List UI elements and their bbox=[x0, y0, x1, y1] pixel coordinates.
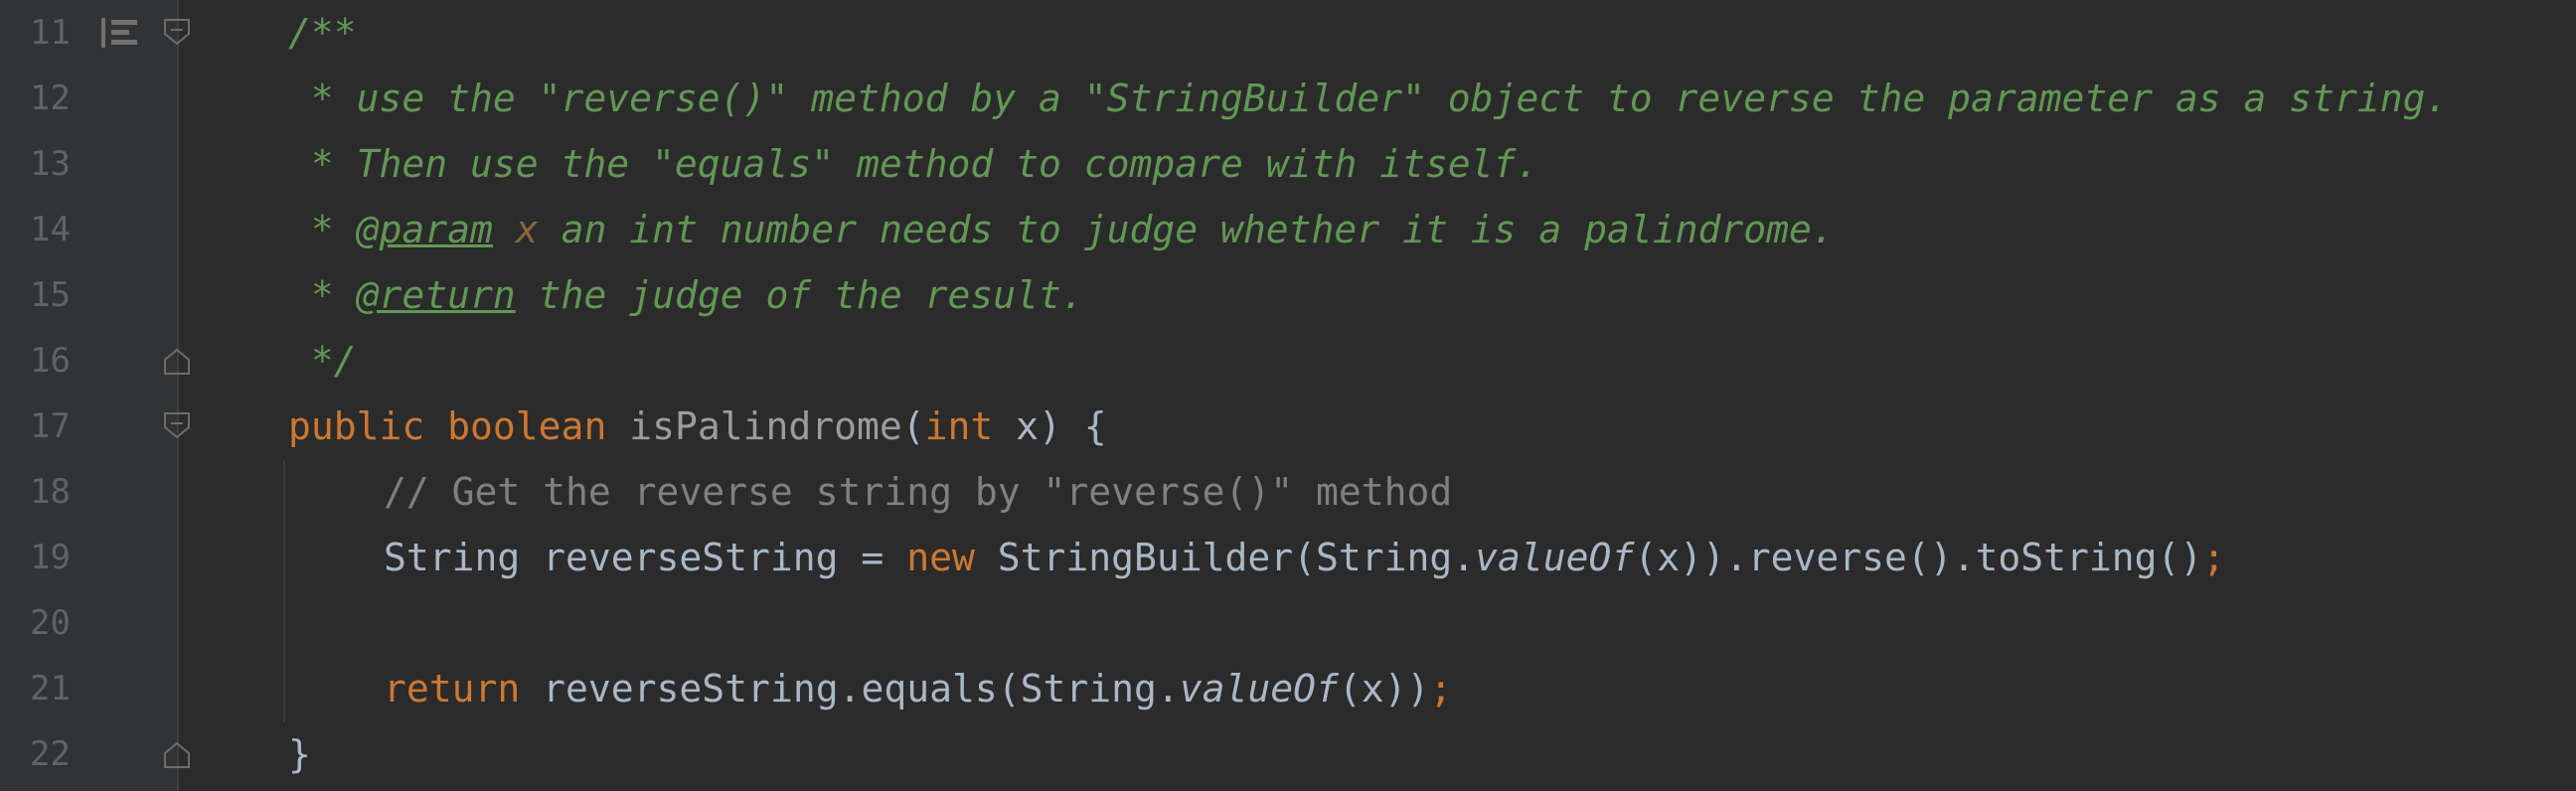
keyword-new: new bbox=[906, 536, 975, 579]
doc-param-name: x bbox=[515, 208, 539, 251]
code-line-11[interactable]: 11 /** bbox=[0, 0, 2576, 66]
code-line-17[interactable]: 17 public boolean isPalindrome(int x) { bbox=[0, 394, 2576, 459]
doc-param-tag: @param bbox=[356, 208, 493, 251]
doc-comment-text: the judge of the result. bbox=[515, 273, 1084, 317]
doc-comment-text: * use the "reverse()" method by a "Strin… bbox=[288, 77, 2449, 120]
code-line-18[interactable]: 18 // Get the reverse string by "reverse… bbox=[0, 459, 2576, 525]
line-number: 15 bbox=[30, 275, 71, 315]
doc-comment-open: /** bbox=[288, 11, 357, 55]
doc-return-tag: @return bbox=[356, 273, 516, 317]
code-line-22[interactable]: 22 } bbox=[0, 721, 2576, 787]
semicolon: ; bbox=[2202, 536, 2226, 579]
code-text: // Get the reverse string by "reverse()"… bbox=[384, 459, 1452, 525]
line-number: 18 bbox=[30, 472, 71, 512]
doc-comment-text: an int number needs to judge whether it … bbox=[538, 208, 1835, 251]
code-text: public boolean isPalindrome(int x) { bbox=[288, 394, 1107, 459]
code-line-14[interactable]: 14 * @param x an int number needs to jud… bbox=[0, 197, 2576, 262]
param-and-brace: x) { bbox=[993, 404, 1107, 448]
method-chain: (x)).reverse().toString() bbox=[1634, 536, 2203, 579]
fold-end-marker-icon[interactable] bbox=[163, 741, 191, 769]
static-method-valueof: valueOf bbox=[1179, 667, 1339, 711]
keyword-public: public bbox=[288, 404, 425, 448]
code-text: /** bbox=[288, 0, 357, 66]
keyword-return: return bbox=[384, 667, 521, 711]
fold-end-marker-icon[interactable] bbox=[163, 348, 191, 376]
code-text: * Then use the "equals" method to compar… bbox=[288, 131, 1538, 197]
code-line-13[interactable]: 13 * Then use the "equals" method to com… bbox=[0, 131, 2576, 197]
code-line-21[interactable]: 21 return reverseString.equals(String.va… bbox=[0, 656, 2576, 721]
code-text: * use the "reverse()" method by a "Strin… bbox=[288, 66, 2449, 131]
code-text: * @return the judge of the result. bbox=[288, 262, 1084, 328]
code-line-15[interactable]: 15 * @return the judge of the result. bbox=[0, 262, 2576, 328]
doc-space bbox=[493, 208, 516, 251]
keyword-boolean: boolean bbox=[447, 404, 607, 448]
line-number: 17 bbox=[30, 406, 71, 446]
implemented-method-icon[interactable] bbox=[101, 18, 141, 48]
return-expression: reverseString.equals(String. bbox=[520, 667, 1180, 711]
doc-comment-close: */ bbox=[288, 339, 357, 383]
closing-brace: } bbox=[288, 732, 311, 776]
code-line-20[interactable]: 20 bbox=[0, 590, 2576, 656]
line-number: 21 bbox=[30, 669, 71, 709]
code-line-16[interactable]: 16 */ bbox=[0, 328, 2576, 394]
line-number: 12 bbox=[30, 79, 71, 118]
code-text: */ bbox=[288, 328, 357, 394]
line-number: 14 bbox=[30, 210, 71, 249]
semicolon: ; bbox=[1429, 667, 1453, 711]
code-editor[interactable]: 11 /** 12 * use the "reverse()" method b… bbox=[0, 0, 2576, 791]
code-line-19[interactable]: 19 String reverseString = new StringBuil… bbox=[0, 525, 2576, 590]
code-text: return reverseString.equals(String.value… bbox=[384, 656, 1452, 721]
line-number: 19 bbox=[30, 538, 71, 577]
line-number: 11 bbox=[30, 13, 71, 53]
call-close: (x)) bbox=[1338, 667, 1430, 711]
line-number: 22 bbox=[30, 734, 71, 774]
fold-marker-icon[interactable] bbox=[163, 18, 191, 46]
static-method-valueof: valueOf bbox=[1475, 536, 1635, 579]
line-number: 16 bbox=[30, 341, 71, 381]
line-number: 13 bbox=[30, 144, 71, 184]
doc-comment-star: * bbox=[288, 208, 357, 251]
paren-open: ( bbox=[901, 404, 925, 448]
declaration: String reverseString = bbox=[384, 536, 907, 579]
code-text: * @param x an int number needs to judge … bbox=[288, 197, 1835, 262]
code-text: } bbox=[288, 721, 311, 787]
code-line-12[interactable]: 12 * use the "reverse()" method by a "St… bbox=[0, 66, 2576, 131]
line-comment: // Get the reverse string by "reverse()"… bbox=[384, 470, 1453, 514]
constructor-call: StringBuilder(String. bbox=[974, 536, 1476, 579]
keyword-int: int bbox=[924, 404, 994, 448]
fold-marker-icon[interactable] bbox=[163, 411, 191, 439]
doc-comment-star: * bbox=[288, 273, 357, 317]
code-text: String reverseString = new StringBuilder… bbox=[384, 525, 2225, 590]
doc-comment-text: * Then use the "equals" method to compar… bbox=[288, 142, 1539, 186]
line-number: 20 bbox=[30, 603, 71, 643]
method-name[interactable]: isPalindrome bbox=[629, 404, 902, 448]
